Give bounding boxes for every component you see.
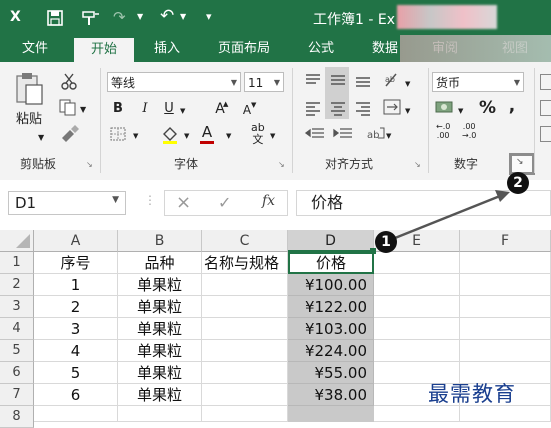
step-2-marker: 2 [507, 172, 529, 194]
annotation-arrow [394, 190, 510, 240]
step-1-marker: 1 [375, 231, 397, 253]
watermark: 最需教育 [428, 382, 516, 406]
